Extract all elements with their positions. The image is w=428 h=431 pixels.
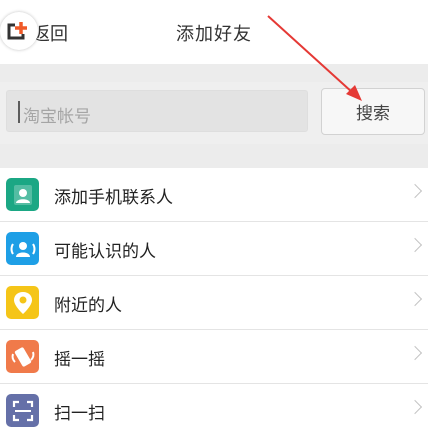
list-item-label: 可能认识的人	[54, 242, 156, 262]
people-icon	[6, 232, 39, 265]
list-item-nearby-people[interactable]: 附近的人	[0, 276, 428, 330]
chevron-right-icon	[407, 183, 423, 199]
list-item-scan[interactable]: 扫一扫	[0, 384, 428, 431]
header-bar: 返回 添加好友	[0, 0, 428, 64]
search-input[interactable]: 淘宝帐号	[6, 90, 308, 132]
scan-icon	[6, 394, 39, 427]
list-item-people-you-may-know[interactable]: 可能认识的人	[0, 222, 428, 276]
section-divider	[0, 144, 428, 168]
section-divider	[0, 64, 428, 82]
chevron-right-icon	[407, 291, 423, 307]
list-item-shake[interactable]: 摇一摇	[0, 330, 428, 384]
search-button[interactable]: 搜索	[321, 88, 425, 135]
shake-phone-icon	[6, 340, 39, 373]
location-pin-icon	[6, 286, 39, 319]
search-placeholder: 淘宝帐号	[23, 107, 91, 127]
page-title: 添加好友	[176, 24, 252, 45]
list-item-label: 添加手机联系人	[54, 188, 173, 208]
list-item-phone-contacts[interactable]: 添加手机联系人	[0, 168, 428, 222]
search-bar: 淘宝帐号 搜索	[0, 82, 428, 144]
list-item-label: 附近的人	[54, 296, 122, 316]
add-friend-options-list: 添加手机联系人 可能认识的人 附近的人 摇一摇 扫一扫	[0, 168, 428, 431]
chevron-right-icon	[407, 345, 423, 361]
chevron-right-icon	[407, 399, 423, 415]
list-item-label: 扫一扫	[54, 404, 105, 424]
contact-card-icon	[6, 178, 39, 211]
list-item-label: 摇一摇	[54, 350, 105, 370]
text-cursor	[18, 101, 20, 123]
chevron-right-icon	[407, 237, 423, 253]
